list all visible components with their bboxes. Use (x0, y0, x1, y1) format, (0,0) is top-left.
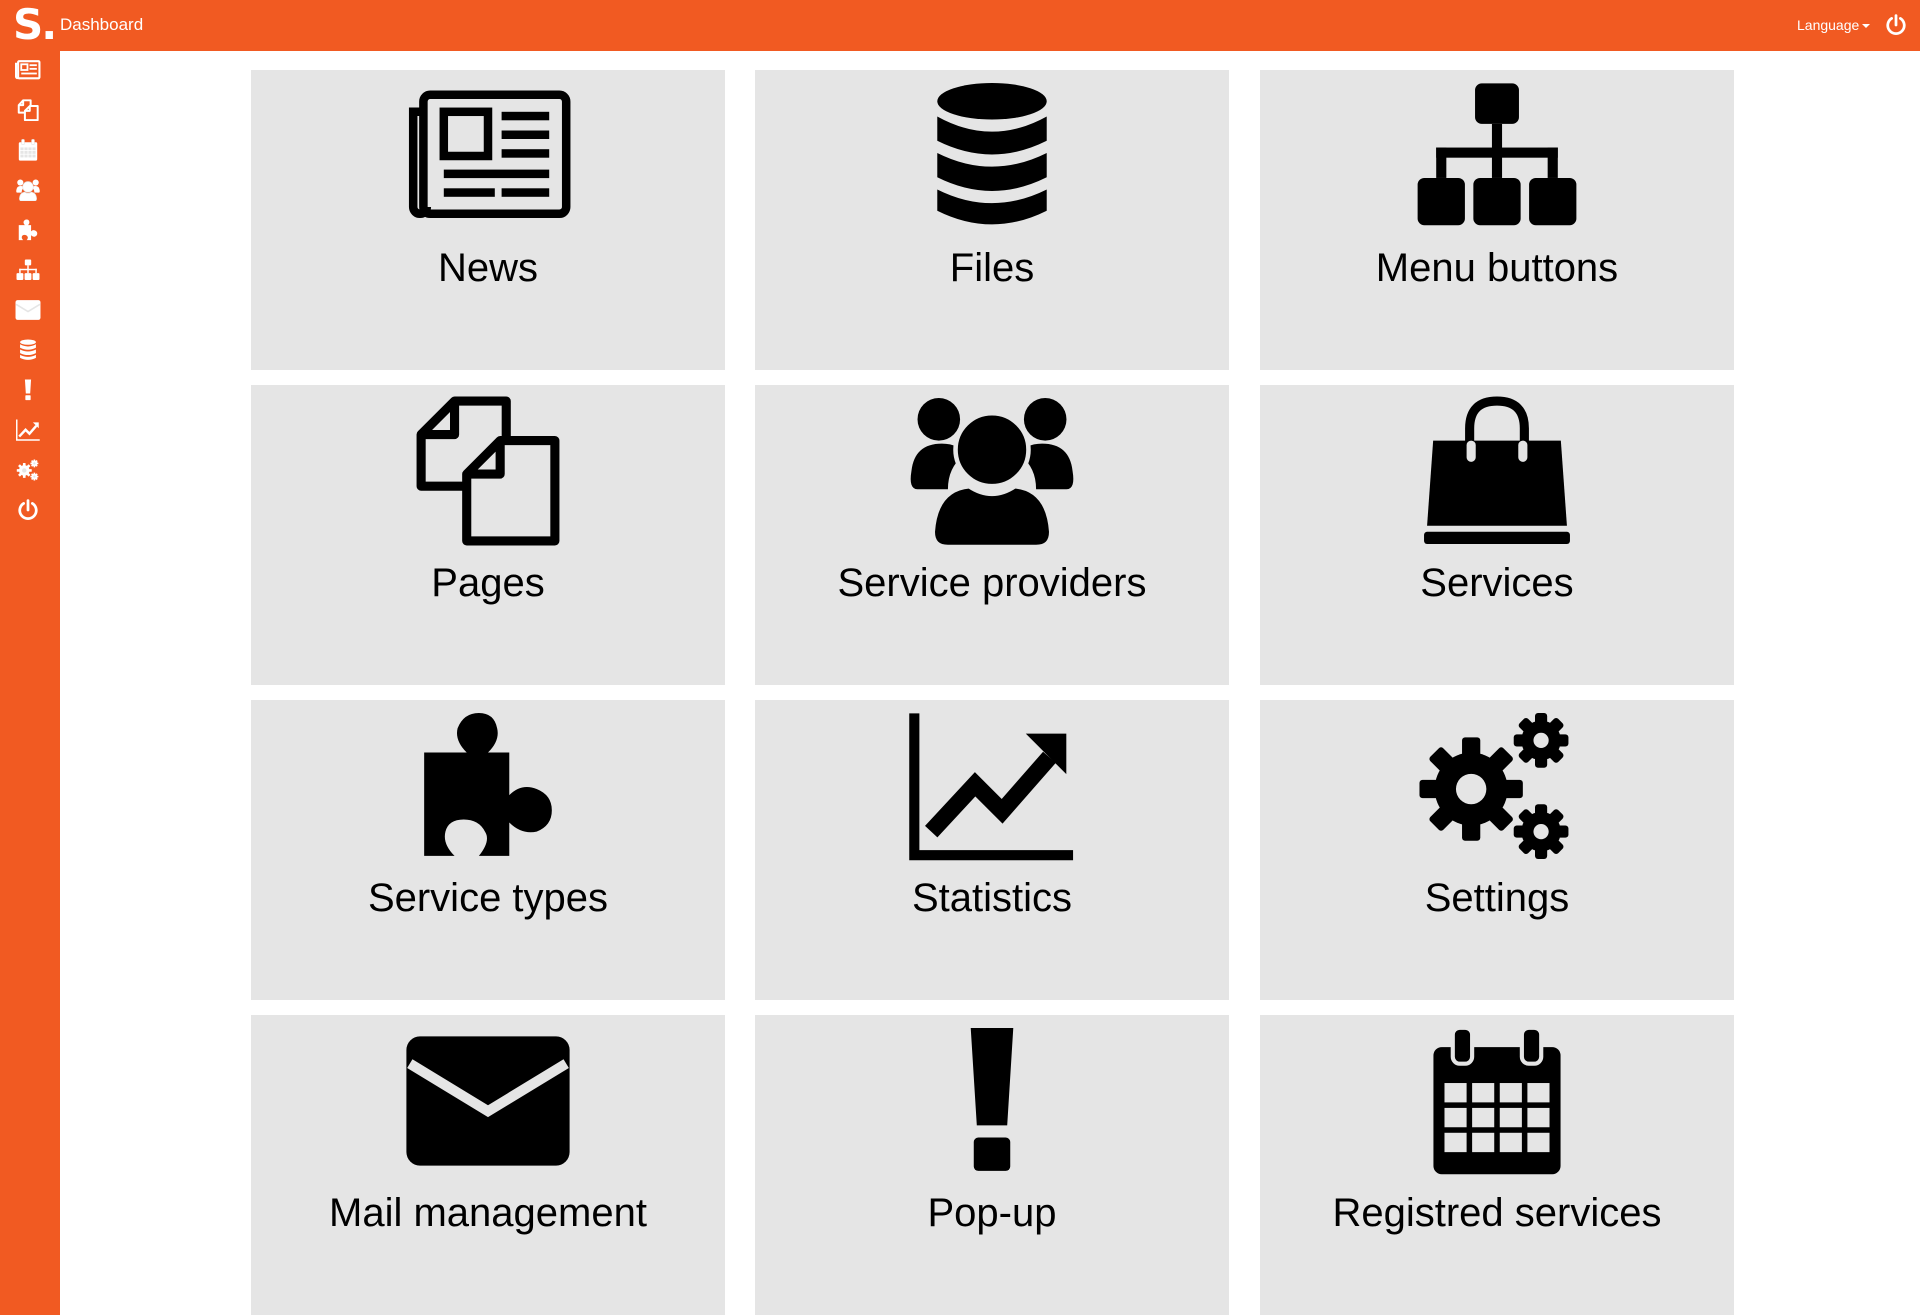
language-dropdown[interactable]: Language (1797, 17, 1871, 33)
tile-services[interactable]: Services (1260, 385, 1734, 685)
sidebar-item-files[interactable] (13, 337, 43, 363)
tile-mail-management[interactable]: Mail management (251, 1015, 725, 1315)
caret-down-icon (1862, 24, 1871, 29)
language-label: Language (1797, 17, 1860, 33)
tile-pages[interactable]: Pages (251, 385, 725, 685)
sidebar-item-registred-services[interactable] (13, 137, 43, 163)
newspaper-icon (251, 76, 725, 236)
tile-label: Registred services (1332, 1191, 1662, 1235)
tile-settings[interactable]: Settings (1260, 700, 1734, 1000)
tile-label: Service types (367, 876, 609, 920)
tile-label: Pages (431, 561, 545, 605)
tile-label: News (437, 246, 539, 290)
gears-icon (1260, 706, 1734, 866)
sidebar-item-service-types[interactable] (13, 217, 43, 243)
tile-pop-up[interactable]: Pop-up (755, 1015, 1229, 1315)
sidebar (0, 51, 60, 1315)
sidebar-item-news[interactable] (13, 57, 43, 83)
tile-news[interactable]: News (251, 70, 725, 370)
sidebar-item-pop-up[interactable] (13, 377, 43, 403)
sitemap-icon (1260, 76, 1734, 236)
sidebar-item-service-providers[interactable] (13, 177, 43, 203)
calendar-icon (15, 139, 41, 161)
newspaper-icon (15, 59, 41, 81)
tile-label: Service providers (837, 561, 1147, 605)
pages-icon (15, 99, 41, 121)
sidebar-item-mail-management[interactable] (13, 297, 43, 323)
envelope-icon (15, 299, 41, 321)
sidebar-item-pages[interactable] (13, 97, 43, 123)
sidebar-item-menu-buttons[interactable] (13, 257, 43, 283)
shopping-bag-icon (1260, 391, 1734, 551)
puzzle-icon (15, 219, 41, 241)
sidebar-item-logout[interactable] (13, 497, 43, 523)
tile-service-types[interactable]: Service types (251, 700, 725, 1000)
tile-label: Settings (1424, 876, 1570, 920)
calendar-icon (1260, 1021, 1734, 1181)
users-icon (15, 179, 41, 201)
pages-icon (251, 391, 725, 551)
database-icon (755, 76, 1229, 236)
exclamation-icon (15, 379, 41, 401)
gears-icon (15, 459, 41, 481)
sidebar-item-statistics[interactable] (13, 417, 43, 443)
exclamation-icon (755, 1021, 1229, 1181)
tile-menu-buttons[interactable]: Menu buttons (1260, 70, 1734, 370)
tile-label: Services (1420, 561, 1574, 605)
users-icon (755, 391, 1229, 551)
power-icon[interactable] (1885, 14, 1907, 36)
tile-files[interactable]: Files (755, 70, 1229, 370)
tile-label: Files (949, 246, 1035, 290)
tile-statistics[interactable]: Statistics (755, 700, 1229, 1000)
tile-registred-services[interactable]: Registred services (1260, 1015, 1734, 1315)
database-icon (15, 339, 41, 361)
tile-label: Statistics (911, 876, 1073, 920)
puzzle-icon (251, 706, 725, 866)
power-icon (15, 499, 41, 521)
tile-service-providers[interactable]: Service providers (755, 385, 1229, 685)
sitemap-icon (15, 259, 41, 281)
app-logo[interactable]: S. (13, 2, 57, 48)
line-chart-icon (755, 706, 1229, 866)
page-title: Dashboard (60, 15, 144, 34)
top-bar: S. Dashboard Language (0, 0, 1920, 51)
tile-label: Menu buttons (1375, 246, 1619, 290)
tile-label: Mail management (329, 1191, 647, 1235)
tile-label: Pop-up (927, 1191, 1057, 1235)
sidebar-item-settings[interactable] (13, 457, 43, 483)
envelope-icon (251, 1021, 725, 1181)
line-chart-icon (15, 419, 41, 441)
